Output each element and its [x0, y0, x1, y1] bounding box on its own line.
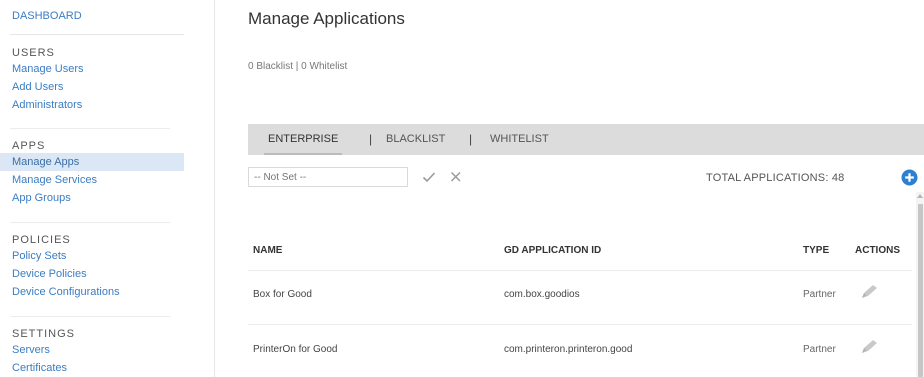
list-summary: 0 Blacklist | 0 Whitelist — [248, 61, 348, 72]
sidebar-item-servers[interactable]: Servers — [0, 341, 215, 359]
sidebar-section-apps: APPS Manage Apps Manage Services App Gro… — [0, 139, 215, 207]
app-name[interactable]: Box for Good — [253, 289, 312, 300]
tab-whitelist[interactable]: WHITELIST — [490, 124, 549, 155]
app-id: com.printeron.printeron.good — [504, 344, 633, 355]
filter-select[interactable] — [248, 167, 408, 187]
column-header-type[interactable]: TYPE — [803, 245, 829, 256]
sidebar: DASHBOARD USERS Manage Users Add Users A… — [0, 0, 215, 377]
divider — [10, 222, 170, 223]
divider — [10, 128, 170, 129]
divider — [248, 324, 912, 325]
tab-bar: ENTERPRISE | BLACKLIST | WHITELIST — [248, 124, 924, 155]
sidebar-item-dashboard[interactable]: DASHBOARD — [12, 10, 82, 22]
page-title: Manage Applications — [248, 9, 405, 28]
sidebar-section-title: APPS — [12, 140, 46, 152]
app-type: Partner — [803, 289, 836, 300]
column-header-actions: ACTIONS — [855, 245, 900, 256]
scrollbar-thumb[interactable] — [918, 204, 923, 377]
sidebar-item-manage-apps[interactable]: Manage Apps — [0, 153, 184, 171]
scrollbar[interactable] — [916, 192, 924, 377]
sidebar-section-title: USERS — [12, 47, 55, 59]
pencil-icon[interactable] — [858, 283, 880, 301]
app-name[interactable]: PrinterOn for Good — [253, 344, 337, 355]
pencil-icon[interactable] — [858, 338, 880, 356]
sidebar-item-manage-services[interactable]: Manage Services — [0, 171, 215, 189]
tab-blacklist[interactable]: BLACKLIST — [386, 124, 445, 155]
tab-separator: | — [369, 132, 373, 146]
sidebar-section-users: USERS Manage Users Add Users Administrat… — [0, 46, 215, 114]
app-type: Partner — [803, 344, 836, 355]
sidebar-item-app-groups[interactable]: App Groups — [0, 189, 215, 207]
tab-separator: | — [469, 132, 473, 146]
sidebar-section-title: POLICIES — [12, 234, 71, 246]
check-icon[interactable] — [422, 167, 436, 187]
tab-enterprise[interactable]: ENTERPRISE — [263, 124, 343, 155]
divider — [248, 270, 912, 271]
total-applications-count: TOTAL APPLICATIONS: 48 — [706, 172, 845, 184]
sidebar-item-add-users[interactable]: Add Users — [0, 78, 215, 96]
scroll-up-arrow-icon[interactable] — [917, 194, 923, 198]
sidebar-item-policy-sets[interactable]: Policy Sets — [0, 247, 215, 265]
sidebar-item-device-configurations[interactable]: Device Configurations — [0, 283, 215, 301]
sidebar-item-device-policies[interactable]: Device Policies — [0, 265, 215, 283]
close-icon[interactable] — [449, 167, 463, 187]
sidebar-section-title: SETTINGS — [12, 328, 76, 340]
main-content: Manage Applications 0 Blacklist | 0 Whit… — [216, 0, 924, 377]
sidebar-section-policies: POLICIES Policy Sets Device Policies Dev… — [0, 233, 215, 301]
column-header-name[interactable]: NAME — [253, 245, 282, 256]
sidebar-item-certificates[interactable]: Certificates — [0, 359, 215, 377]
plus-circle-icon[interactable] — [901, 169, 918, 186]
sidebar-section-settings: SETTINGS Servers Certificates — [0, 327, 215, 377]
sidebar-item-administrators[interactable]: Administrators — [0, 96, 215, 114]
divider — [10, 316, 170, 317]
sidebar-item-manage-users[interactable]: Manage Users — [0, 60, 215, 78]
divider — [10, 34, 184, 35]
column-header-gd-application-id[interactable]: GD APPLICATION ID — [504, 245, 601, 256]
app-id: com.box.goodios — [504, 289, 580, 300]
